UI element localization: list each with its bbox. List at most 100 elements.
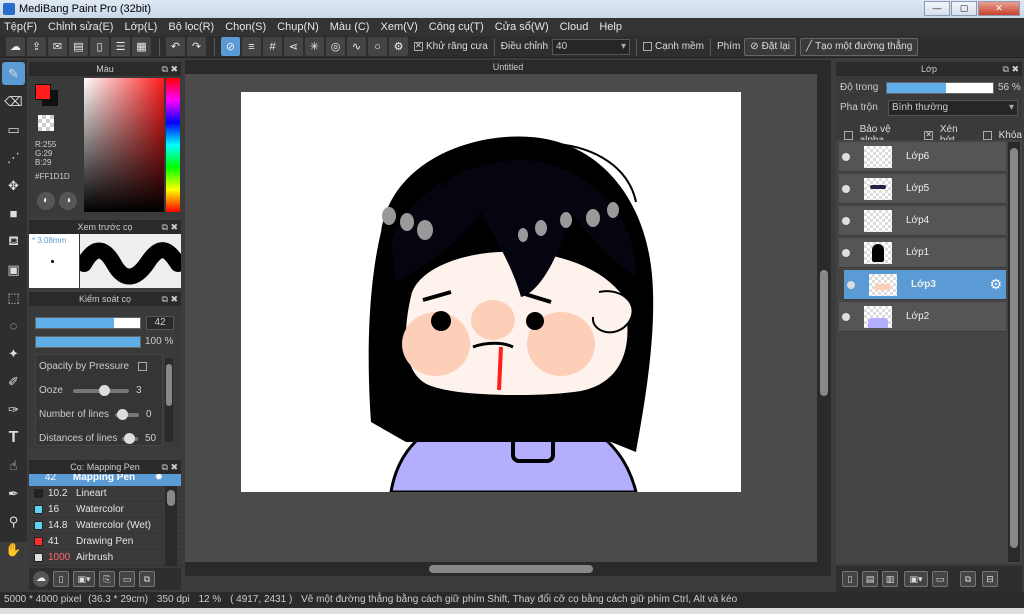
curve-snap-icon[interactable]: ∿ — [347, 37, 366, 56]
duplicate-layer-icon[interactable]: ⧉ — [960, 571, 976, 587]
ooze-knob[interactable] — [99, 385, 110, 396]
vscroll-thumb[interactable] — [820, 270, 828, 396]
parallel-snap-icon[interactable]: ≡ — [242, 37, 261, 56]
brush-list-scrollbar[interactable] — [165, 486, 177, 566]
layer-row[interactable]: Lớp6 — [839, 142, 1006, 172]
reset-button[interactable]: ⊘ Đặt lại — [744, 37, 797, 56]
visibility-eye-icon[interactable] — [842, 248, 850, 257]
new-layer-icon[interactable]: ▯ — [842, 571, 858, 587]
close-button[interactable]: ✕ — [978, 1, 1020, 16]
operation-tool-icon[interactable]: ☝ — [2, 454, 25, 477]
fill-rect-tool-icon[interactable]: ■ — [2, 202, 25, 225]
circle-snap-icon[interactable]: ◎ — [326, 37, 345, 56]
brush-item-selected[interactable]: 42 Mapping Pen ✹ — [29, 474, 181, 486]
panel-controls[interactable]: ⧉ ✖ — [162, 220, 178, 234]
scroll-thumb[interactable] — [166, 364, 172, 406]
new-halftone-layer-icon[interactable]: ▤ — [862, 571, 878, 587]
snap-off-icon[interactable]: ⊘ — [221, 37, 240, 56]
visibility-eye-icon[interactable] — [842, 216, 850, 225]
add-brush-icon[interactable]: ▣▾ — [73, 571, 95, 587]
dot-tool-icon[interactable]: ⋰ — [2, 146, 25, 169]
select-pen-tool-icon[interactable]: ✐ — [2, 370, 25, 393]
ellipse-snap-icon[interactable]: ○ — [368, 37, 387, 56]
scroll-thumb[interactable] — [1010, 148, 1018, 548]
brush-options-scrollbar[interactable] — [165, 358, 173, 442]
chat-icon[interactable]: ✉ — [48, 37, 67, 56]
foreground-color-swatch[interactable] — [35, 84, 51, 100]
clipping-checkbox[interactable] — [924, 130, 933, 140]
brush-settings-icon[interactable]: ✹ — [155, 474, 163, 483]
select-eraser-tool-icon[interactable]: ✑ — [2, 398, 25, 421]
visibility-eye-icon[interactable] — [847, 280, 855, 289]
transparent-swatch[interactable] — [38, 115, 54, 131]
layer-row[interactable]: Lớp5 — [839, 174, 1006, 204]
divide-tool-icon[interactable]: ✒ — [2, 482, 25, 505]
layer-row[interactable]: Lớp4 — [839, 206, 1006, 236]
antialias-checkbox[interactable] — [414, 41, 423, 51]
grid-snap-icon[interactable]: # — [263, 37, 282, 56]
redo-icon[interactable]: ↷ — [187, 37, 206, 56]
layer-opacity-slider[interactable] — [886, 82, 994, 94]
new-vector-layer-icon[interactable]: ▥ — [882, 571, 898, 587]
document-tab[interactable]: Untitled — [185, 60, 831, 74]
layer-list-scrollbar[interactable] — [1008, 142, 1020, 562]
distance-slider[interactable] — [122, 433, 138, 444]
merge-layer-icon[interactable]: ⊟ — [982, 571, 998, 587]
panel-controls[interactable]: ⧉ ✖ — [162, 292, 178, 306]
snap-settings-icon[interactable]: ⚙ — [389, 37, 408, 56]
visibility-eye-icon[interactable] — [842, 312, 850, 321]
menu-layer[interactable]: Lớp(L) — [124, 21, 157, 33]
visibility-eye-icon[interactable] — [842, 184, 850, 193]
maximize-button[interactable]: ▢ — [951, 1, 977, 16]
menu-tools[interactable]: Công cụ(T) — [429, 21, 484, 33]
new-brush-icon[interactable]: ▯ — [53, 571, 69, 587]
layer-row[interactable]: Lớp2 — [839, 302, 1006, 332]
cloud-brush-icon[interactable]: ☁ — [33, 571, 49, 587]
eraser-tool-icon[interactable]: ⌫ — [2, 90, 25, 113]
gradient-tool-icon[interactable]: ▣ — [2, 258, 25, 281]
panel-controls[interactable]: ⧉ ✖ — [162, 460, 178, 474]
hscroll-thumb[interactable] — [429, 565, 593, 573]
minimize-button[interactable]: — — [924, 1, 950, 16]
opacity-pressure-checkbox[interactable] — [137, 361, 147, 371]
palette-icon[interactable]: ◐ — [37, 192, 55, 210]
eyedropper-tool-icon[interactable]: ⚲ — [2, 510, 25, 533]
antialias-option[interactable]: Khử răng cưa — [414, 41, 488, 52]
canvas-paper[interactable] — [241, 92, 741, 492]
magic-wand-tool-icon[interactable]: ✦ — [2, 342, 25, 365]
add-layer-dropdown-icon[interactable]: ▣▾ — [904, 571, 928, 587]
protect-alpha-checkbox[interactable] — [844, 130, 853, 140]
canvas-vscroll[interactable] — [817, 74, 831, 576]
adjust-combo[interactable]: 40 — [552, 38, 631, 55]
brush-copy-icon[interactable]: ⎘ — [99, 571, 115, 587]
saturation-value-picker[interactable] — [84, 78, 164, 212]
share-icon[interactable]: ⇪ — [27, 37, 46, 56]
straight-line-button[interactable]: ╱ Tạo một đường thẳng — [800, 37, 919, 56]
move-tool-icon[interactable]: ✥ — [2, 174, 25, 197]
brush-tool-icon[interactable]: ✎ — [2, 62, 25, 85]
hand-tool-icon[interactable]: ✋ — [2, 538, 25, 561]
comment-icon[interactable]: ▤ — [69, 37, 88, 56]
ooze-slider[interactable] — [73, 385, 129, 396]
lines-knob[interactable] — [117, 409, 128, 420]
layer-row-selected[interactable]: Lớp3 ⚙ — [844, 270, 1006, 300]
menu-cloud[interactable]: Cloud — [560, 21, 589, 33]
distance-knob[interactable] — [124, 433, 135, 444]
layer-row[interactable]: Lớp1 — [839, 238, 1006, 268]
layer-folder-icon[interactable]: ▭ — [932, 571, 948, 587]
brush-size-value[interactable]: 42 — [146, 316, 174, 330]
menu-snap[interactable]: Chụp(N) — [277, 21, 319, 33]
menu-select[interactable]: Chọn(S) — [225, 21, 266, 33]
menu-color[interactable]: Màu (C) — [330, 21, 370, 33]
burst-snap-icon[interactable]: ✳ — [305, 37, 324, 56]
layer-settings-icon[interactable]: ⚙ — [989, 276, 1002, 293]
color-picker-icon[interactable]: ◑ — [59, 192, 77, 210]
duplicate-icon[interactable]: ⧉ — [139, 571, 155, 587]
menu-filter[interactable]: Bộ lọc(R) — [168, 21, 214, 33]
cloud-save-icon[interactable]: ☁ — [6, 37, 25, 56]
select-rect-tool-icon[interactable]: ⬚ — [2, 286, 25, 309]
folder-icon[interactable]: ▭ — [119, 571, 135, 587]
bucket-tool-icon[interactable]: ⛾ — [2, 230, 25, 253]
lines-slider[interactable] — [115, 409, 139, 420]
brush-size-slider[interactable] — [35, 317, 141, 329]
